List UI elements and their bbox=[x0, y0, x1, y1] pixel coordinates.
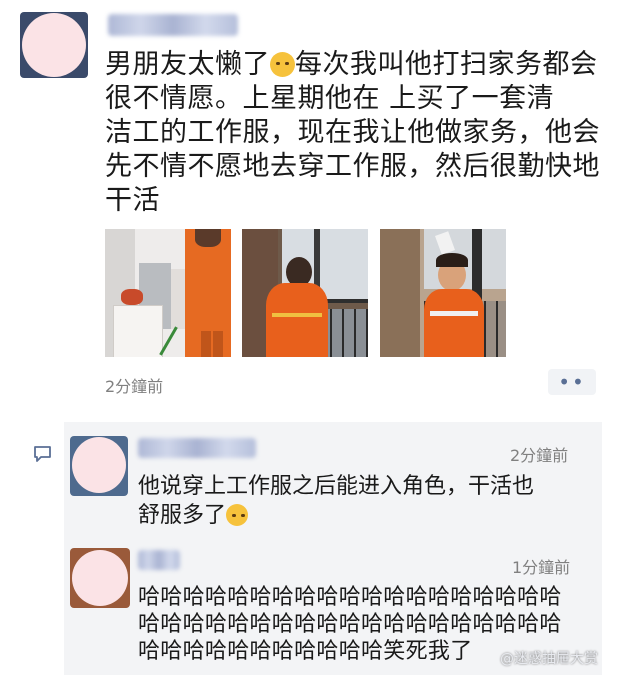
reply-author-name[interactable] bbox=[138, 550, 180, 570]
comment-timestamp: 2分鐘前 bbox=[510, 446, 569, 465]
reply-author-avatar[interactable] bbox=[70, 548, 130, 608]
post-text: 男朋友太懒了 每次我叫他打扫家务都会 很不情愿。上星期他在 上买了一套清 洁工的工… bbox=[105, 48, 605, 218]
comment-author-avatar[interactable] bbox=[70, 436, 128, 496]
post-text-line1: 男朋友太懒了 bbox=[105, 49, 270, 80]
more-options-dots: •• bbox=[558, 370, 586, 394]
comment-text-body: 他说穿上工作服之后能进入角色，干活也 舒服多了 bbox=[138, 474, 535, 528]
post-author-avatar[interactable] bbox=[20, 12, 88, 78]
crying-laughing-emoji-icon bbox=[226, 504, 249, 526]
post-photo-1[interactable] bbox=[105, 229, 231, 357]
post-photo-2[interactable] bbox=[242, 229, 368, 357]
crying-laughing-emoji-icon bbox=[270, 52, 295, 77]
reply-timestamp: 1分鐘前 bbox=[512, 558, 571, 577]
comment-author-name[interactable] bbox=[138, 438, 256, 458]
more-options-button[interactable]: •• bbox=[548, 369, 596, 395]
comment-text: 他说穿上工作服之后能进入角色，干活也 舒服多了 bbox=[138, 472, 534, 530]
comment-icon bbox=[34, 446, 51, 462]
post-author-name[interactable] bbox=[108, 14, 238, 36]
post-timestamp: 2分鐘前 bbox=[105, 377, 164, 396]
post-photo-3[interactable] bbox=[380, 229, 506, 357]
watermark: @迷惑抽屉大赏 bbox=[500, 651, 598, 667]
